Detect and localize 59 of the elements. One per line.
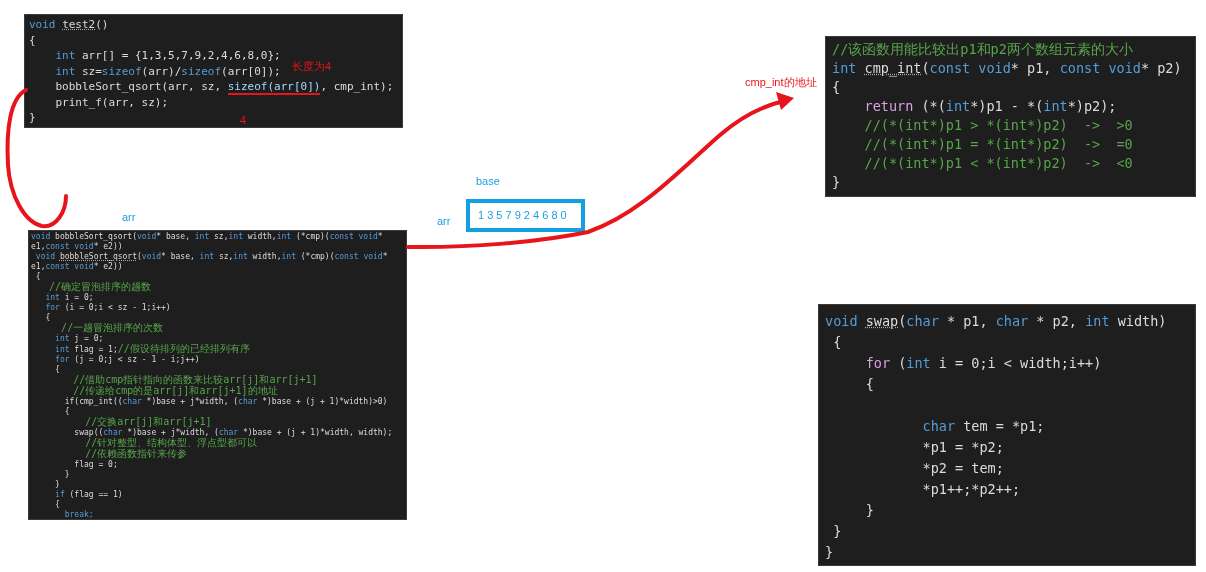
code-line: //(*(int*)p1 < *(int*)p2) -> <0 <box>863 154 1133 173</box>
code-line: int j = 0; <box>54 334 104 344</box>
code-line: { <box>44 313 51 323</box>
code-line: if (flag == 1) <box>54 490 123 500</box>
array-box: 1 3 5 7 9 2 4 6 8 0 <box>466 199 585 232</box>
code-line: { <box>832 78 841 97</box>
code-line: int i = 0; <box>44 293 94 303</box>
code-line: //交换arr[j]和arr[j+1] <box>85 417 212 428</box>
code-line: { <box>864 375 874 394</box>
code-line: //借助cmp指针指向的函数来比较arr[j]和arr[j+1] <box>72 375 318 386</box>
code-line: *p1++;*p2++; <box>921 480 1021 499</box>
code-line: if(cmp_int((char *)base + j*width, (char *)base + (j + 1)*width)>0) <box>63 397 388 407</box>
code-line: int sz=sizeof(arr)/sizeof(arr[0]); <box>54 63 281 79</box>
code-line: void test2() <box>29 17 109 33</box>
code-line: } <box>832 173 841 192</box>
code-line: print_f(arr, sz); <box>54 94 169 110</box>
code-line: //(*(int*)p1 > *(int*)p2) -> >0 <box>863 116 1133 135</box>
annotation-label: base <box>476 175 500 188</box>
code-line: } <box>54 480 60 490</box>
code-line: { <box>63 407 70 417</box>
annotation-label: 4 <box>240 114 247 127</box>
code-line: char tem = *p1; <box>921 417 1045 436</box>
code-line: break; <box>63 510 94 520</box>
code-line: //传递给cmp的是arr[j]和arr[j+1]的地址 <box>73 386 278 397</box>
code-line: int cmp_int(const void* p1, const void* p2) <box>832 59 1182 78</box>
code-line: int flag = 1;//假设待排列的已经排列有序 <box>54 344 250 355</box>
code-line: //针对整型、结构体型、浮点型都可以 <box>85 438 258 448</box>
code-line: } <box>864 501 874 520</box>
code-line: swap((char *)base + j*width, (char *)base + (j + 1)*width, width); <box>73 428 393 437</box>
code-line: void swap(char * p1, char * p2, int width) <box>825 312 1167 331</box>
code-line: { <box>34 272 41 282</box>
code-line: //该函数用能比较出p1和p2两个数组元素的大小 <box>832 40 1133 59</box>
code-line: } <box>63 470 70 480</box>
annotation-label: cmp_int的地址 <box>745 76 817 89</box>
code-line: for (i = 0;i < sz - 1;i++) <box>44 303 171 313</box>
annotation-label: arr <box>122 211 136 224</box>
code-line: void bobbleSort_qsort(void* base, int sz,int width,int (*cmp)(const void* e1,const void* e2)) <box>31 232 384 252</box>
code-line: void bobbleSort_qsort(void* base, int sz,int width,int (*cmp)(const void* e1,const void* e2)) <box>31 252 389 272</box>
code-line: { <box>54 500 60 510</box>
code-line: } <box>29 110 36 126</box>
code-line: //一趟冒泡排序的次数 <box>60 323 164 334</box>
code-line: for (int i = 0;i < width;i++) <box>864 354 1102 373</box>
code-line: flag = 0; <box>73 460 118 470</box>
code-line: *p1 = *p2; <box>921 438 1004 457</box>
code-line: } <box>825 543 834 562</box>
annotation-label: 长度为4 <box>292 60 332 73</box>
code-line: *p2 = tem; <box>921 459 1004 478</box>
code-line: bobbleSort_qsort(arr, sz, sizeof(arr[0]), cmp_int); <box>54 79 394 95</box>
code-line: { <box>832 333 842 352</box>
code-line: //(*(int*)p1 = *(int*)p2) -> =0 <box>863 135 1133 154</box>
code-line: } <box>832 522 842 541</box>
code-line: return (*(int*)p1 - *(int*)p2); <box>863 97 1117 116</box>
code-line: //确定冒泡排序的趟数 <box>48 282 152 293</box>
code-line: for (j = 0;j < sz - 1 - i;j++) <box>54 355 200 365</box>
code-line: //依赖函数指针来传参 <box>84 449 188 460</box>
code-line: int arr[] = {1,3,5,7,9,2,4,6,8,0}; <box>54 48 281 64</box>
code-line: { <box>54 365 60 375</box>
annotation-label: arr <box>437 215 451 228</box>
code-line: { <box>29 32 36 48</box>
